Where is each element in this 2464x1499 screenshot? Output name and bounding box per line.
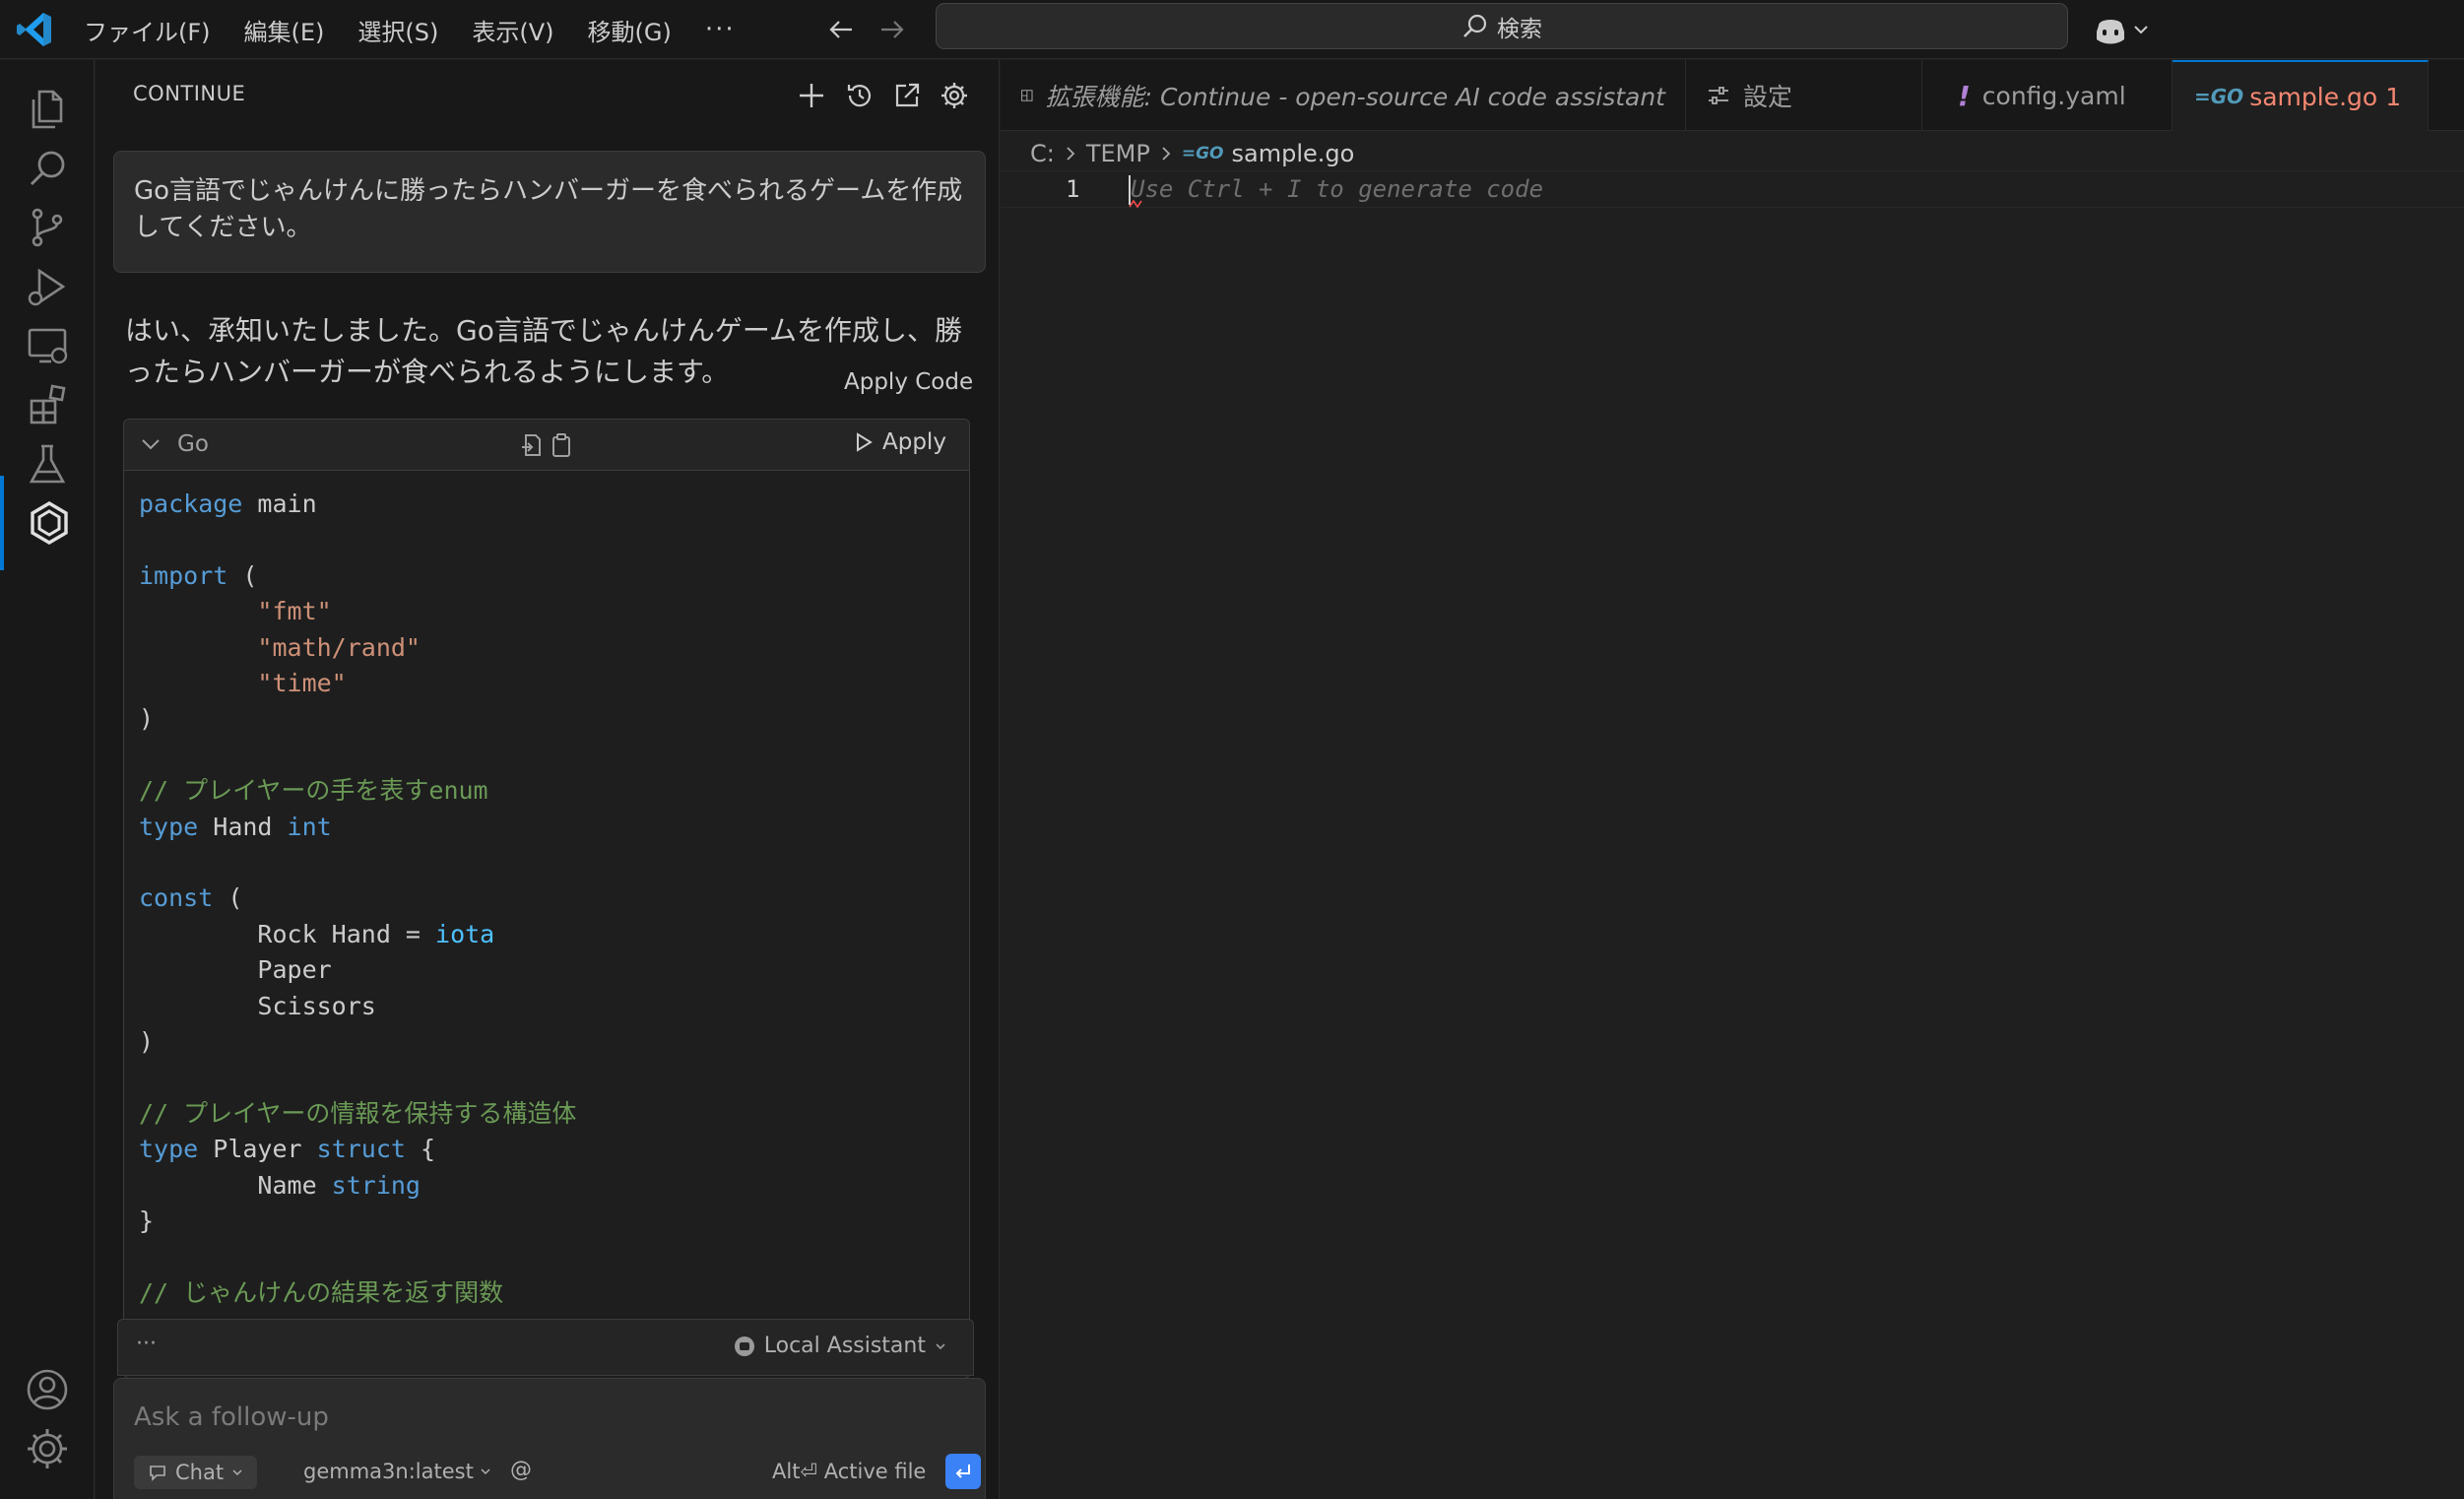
apply-code-link[interactable]: Apply Code [844, 369, 973, 395]
plus-icon [800, 84, 823, 107]
menu-more[interactable]: ··· [702, 15, 752, 44]
tab-label: 拡張機能: Continue - open-source AI code ass… [1045, 83, 1665, 111]
tab-label: config.yaml [1981, 81, 2126, 110]
menu-view[interactable]: 表示(V) [469, 13, 570, 47]
ghost-hint-text: Use Ctrl + I to generate code [1131, 175, 1544, 203]
editor-area: 拡張機能: Continue - open-source AI code ass… [1001, 60, 2464, 1499]
breadcrumb-file[interactable]: sample.go [1232, 140, 1355, 167]
menu-selection[interactable]: 選択(S) [355, 13, 455, 47]
new-session-button[interactable] [794, 78, 829, 113]
chat-toolbar: ··· Local Assistant [117, 1319, 974, 1376]
continue-sidebar: CONTINUE Go言語でじゃんけんに勝ったらハンバーガーを食べられるゲームを… [96, 60, 1000, 1499]
menu-go[interactable]: 移動(G) [585, 13, 688, 47]
menu-file[interactable]: ファイル(F) [81, 13, 227, 47]
copilot-menu-button[interactable] [2093, 10, 2154, 49]
external-link-icon [895, 83, 920, 107]
tab-label: 設定 [1743, 83, 1793, 111]
activity-manage[interactable] [0, 1401, 95, 1496]
apply-label: Apply [882, 429, 946, 455]
go-file-icon: =GO [2194, 85, 2244, 108]
mode-selector[interactable]: Chat [134, 1456, 258, 1489]
play-icon [857, 432, 873, 452]
breadcrumb-folder[interactable]: TEMP [1086, 140, 1150, 167]
arrow-right-icon [881, 21, 904, 38]
chevron-down-icon [936, 1342, 945, 1349]
send-button[interactable] [945, 1454, 981, 1489]
menu-bar: ファイル(F) 編集(E) 選択(S) 表示(V) 移動(G) ··· [81, 0, 766, 59]
menu-edit[interactable]: 編集(E) [241, 13, 342, 47]
code-block: Go Apply package main import ( "fmt" "ma… [123, 419, 970, 1379]
activity-bar [0, 60, 95, 1499]
vscode-logo-icon[interactable] [14, 9, 55, 50]
forward-button[interactable] [873, 10, 912, 49]
gear-icon [28, 1429, 67, 1468]
insert-at-cursor-icon[interactable] [518, 431, 546, 459]
chat-input[interactable]: Ask a follow-up [134, 1402, 329, 1432]
arrow-left-icon [829, 21, 852, 38]
copy-icon[interactable] [548, 431, 575, 459]
editor-tabs: 拡張機能: Continue - open-source AI code ass… [1001, 60, 2464, 131]
chevron-right-icon [1162, 147, 1171, 161]
enter-icon [955, 1465, 970, 1478]
chevron-right-icon [1067, 147, 1075, 161]
continue-logo-icon [31, 501, 68, 545]
settings-sliders-icon [1709, 87, 1728, 104]
chevron-down-icon [232, 1469, 242, 1476]
continue-settings-button[interactable] [937, 78, 972, 113]
command-center-search[interactable]: 検索 [936, 3, 2068, 49]
mode-label: Chat [175, 1461, 225, 1484]
search-label: 検索 [1497, 16, 1542, 42]
error-squiggle-icon [1129, 199, 1142, 209]
code-content[interactable]: package main import ( "fmt" "math/rand" … [139, 487, 576, 1311]
tab-extension-continue[interactable]: 拡張機能: Continue - open-source AI code ass… [1001, 60, 1686, 131]
mention-button[interactable]: @ [510, 1458, 532, 1482]
line-number: 1 [1066, 175, 1080, 203]
assistant-selector-label: Local Assistant [763, 1334, 926, 1358]
more-actions-button[interactable]: ··· [136, 1332, 157, 1356]
sidebar-header: CONTINUE [96, 60, 1000, 133]
chevron-down-icon [481, 1468, 490, 1475]
model-label: gemma3n:latest [303, 1460, 474, 1483]
user-message[interactable]: Go言語でじゃんけんに勝ったらハンバーガーを食べられるゲームを作成してください。 [113, 151, 986, 273]
code-block-header: Go Apply [124, 420, 969, 471]
model-selector[interactable]: gemma3n:latest [303, 1460, 491, 1483]
tab-config-yaml[interactable]: ! config.yaml [1922, 60, 2172, 131]
sidebar-title: CONTINUE [133, 82, 246, 105]
back-button[interactable] [821, 10, 861, 49]
tab-label: sample.go [2249, 82, 2378, 111]
breadcrumb: C: TEMP =GO sample.go [1030, 137, 1354, 170]
editor-line[interactable]: 1 Use Ctrl + I to generate code [1001, 170, 2464, 209]
history-icon [847, 85, 872, 107]
extension-icon [1021, 90, 1033, 101]
code-language: Go [177, 431, 209, 457]
assistant-icon [734, 1336, 754, 1356]
open-in-editor-button[interactable] [889, 78, 925, 113]
tab-sample-go[interactable]: =GO sample.go 1 [2172, 60, 2429, 131]
search-icon [1463, 14, 1487, 37]
activity-continue[interactable] [0, 476, 95, 570]
chevron-down-icon[interactable] [138, 431, 163, 457]
assistant-selector[interactable]: Local Assistant [733, 1334, 947, 1358]
go-file-icon: =GO [1181, 144, 1224, 163]
tab-settings[interactable]: 設定 [1686, 60, 1922, 131]
history-button[interactable] [842, 78, 877, 113]
title-bar: ファイル(F) 編集(E) 選択(S) 表示(V) 移動(G) ··· 検索 [0, 0, 2464, 59]
chevron-down-icon [2134, 26, 2148, 34]
gear-icon [941, 83, 967, 108]
problem-count-badge: 1 [2385, 82, 2402, 111]
active-file-hint[interactable]: Alt⏎ Active file [772, 1460, 926, 1483]
breadcrumb-drive[interactable]: C: [1030, 140, 1055, 167]
chat-input-box: Ask a follow-up Chat gemma3n:latest @ Al… [113, 1378, 986, 1499]
copilot-icon [2097, 20, 2124, 44]
chat-bubble-icon [150, 1466, 165, 1481]
warning-exclamation-icon: ! [1958, 79, 1971, 112]
apply-button[interactable]: Apply [853, 429, 946, 455]
